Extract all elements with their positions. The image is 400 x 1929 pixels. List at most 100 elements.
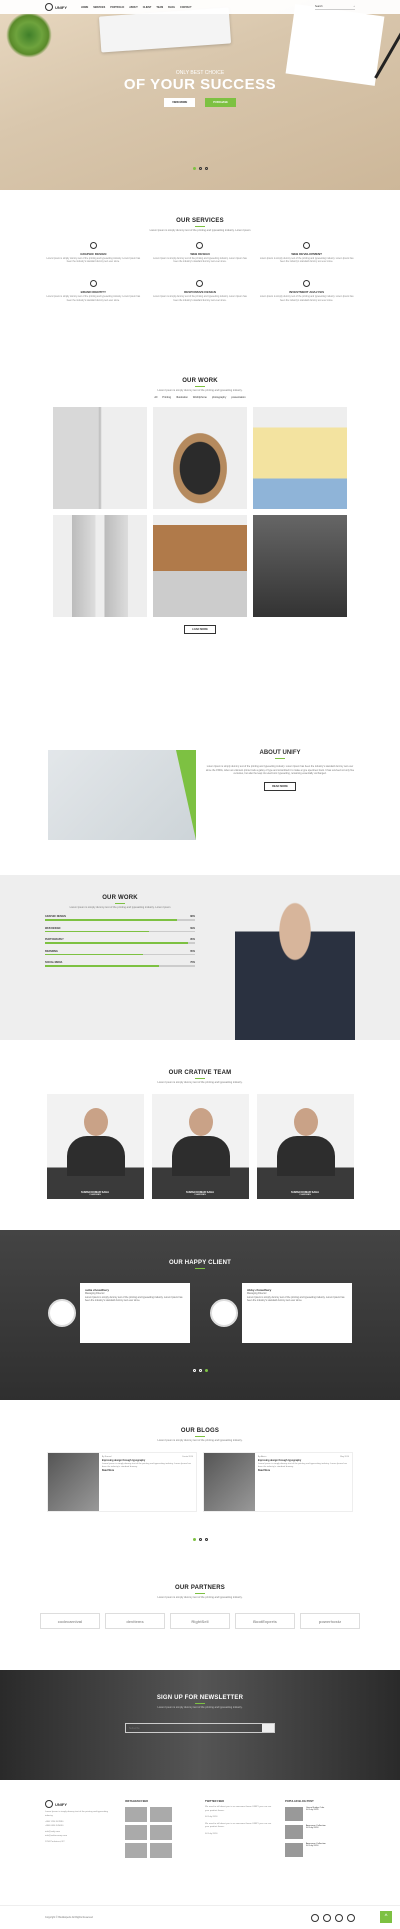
team-member[interactable]: SUMAN KUMAR SAHA CHAIRMAN <box>151 1094 249 1199</box>
logo-icon <box>45 1800 53 1808</box>
email-text-2[interactable]: info@anthercomp.com <box>45 1835 67 1837</box>
menu-item-home[interactable]: HOME <box>81 6 88 9</box>
filter-webiphone[interactable]: Web/Iphone <box>193 396 207 399</box>
blog-image[interactable] <box>204 1453 255 1511</box>
client-avatar <box>48 1299 76 1327</box>
blog-list: By Nazmul Create 2014 Improving design thr… <box>0 1452 400 1512</box>
partner-logo-devitems[interactable]: devitems <box>105 1613 165 1629</box>
read-more-link[interactable]: Read More <box>258 1469 349 1473</box>
skill-percent: 88% <box>190 915 195 918</box>
slider-dot[interactable] <box>204 167 208 170</box>
portfolio-item-chair[interactable] <box>153 515 247 617</box>
insta-thumb[interactable] <box>125 1807 147 1822</box>
filter-photography[interactable]: photography <box>212 396 226 399</box>
partners-title: OUR PARTNERS <box>175 1585 225 1591</box>
slider-dot[interactable] <box>192 167 196 170</box>
team-member[interactable]: SUMAN KUMAR SAHA CHAIRMAN <box>256 1094 354 1199</box>
filter-illustration[interactable]: Illustration <box>176 396 188 399</box>
search-icon[interactable]: ⌕ <box>354 5 355 8</box>
menu-item-services[interactable]: SERVICES <box>93 6 105 9</box>
insta-thumb[interactable] <box>125 1843 147 1858</box>
filter-presentation[interactable]: presentation <box>231 396 245 399</box>
slider-dot[interactable] <box>198 167 202 170</box>
popular-post[interactable]: Awesome Collection 04 July 2016 <box>285 1843 355 1857</box>
team-member[interactable]: SUMAN KUMAR SAHA CHAIRMAN <box>46 1094 144 1199</box>
read-more-link[interactable]: Read More <box>102 1469 193 1473</box>
insta-thumb[interactable] <box>150 1843 172 1858</box>
scroll-top-button[interactable]: ^ <box>380 1911 392 1923</box>
insta-thumb[interactable] <box>125 1825 147 1840</box>
popular-post-thumb[interactable] <box>285 1807 303 1821</box>
about-text: Lorem Ipsum is simply dummy text of the … <box>205 765 355 776</box>
skill-bar <box>45 930 195 932</box>
email-text[interactable]: info@unify.com <box>45 1831 60 1833</box>
popular-post-thumb[interactable] <box>285 1843 303 1857</box>
bottom-bar: Copyright © BootExperts All Rights Reser… <box>0 1905 400 1929</box>
portfolio-item-blocks[interactable] <box>253 407 347 509</box>
filter-all[interactable]: All <box>154 396 157 399</box>
popular-post[interactable]: Green Bridge Cafe 04 July 2016 <box>285 1807 355 1821</box>
clients-section: OUR HAPPY CLIENT sutta chowdhury Managing… <box>0 1230 400 1400</box>
logo[interactable]: UNIFY <box>45 3 67 11</box>
read-more-button[interactable]: READ MORE <box>264 781 296 791</box>
menu-item-portfolio[interactable]: PORTFOLIO <box>110 6 124 9</box>
testimonial: sutta chowdhury Managing Director Lorem Ip… <box>48 1283 190 1343</box>
blog-card[interactable]: By Admin May 2014 Improving design through… <box>203 1452 353 1512</box>
blog-card[interactable]: By Nazmul Create 2014 Improving design thr… <box>47 1452 197 1512</box>
slider-dot[interactable] <box>198 1538 202 1541</box>
twitter-icon[interactable] <box>323 1913 331 1922</box>
insta-thumb[interactable] <box>150 1825 172 1840</box>
menu-item-client[interactable]: CLIENT <box>143 6 152 9</box>
footer-about-text: Lorem Ipsum is simply dummy text of the … <box>45 1811 108 1817</box>
partner-logo-codecarnival[interactable]: codecarnival <box>40 1613 100 1629</box>
menu-item-team[interactable]: TEAM <box>156 6 163 9</box>
skill-label-row: WEB DESIGN 69% <box>45 927 195 930</box>
search-box[interactable]: Search ⌕ <box>315 4 355 10</box>
newsletter-email-input[interactable] <box>126 1724 262 1732</box>
purchase-button[interactable]: PURCHASE <box>205 98 236 107</box>
slider-dot[interactable] <box>198 1369 202 1372</box>
popular-post-thumb[interactable] <box>285 1825 303 1839</box>
portfolio-item-lamp[interactable] <box>253 515 347 617</box>
filter-printing[interactable]: Printing <box>162 396 171 399</box>
blog-excerpt: Lorem Ipsum is simply dummy text of the … <box>257 1462 348 1468</box>
portfolio-item-magazine[interactable] <box>53 407 147 509</box>
phone-text: +880 1234 567890 <box>45 1821 64 1824</box>
google-plus-icon[interactable] <box>335 1913 343 1922</box>
client-avatar <box>210 1299 238 1327</box>
linkedin-icon[interactable] <box>347 1913 355 1922</box>
newsletter-subtitle: Lorem Ipsum is simply dummy text of the … <box>157 1706 243 1709</box>
partner-logo-rightsell[interactable]: RightSell <box>170 1613 230 1629</box>
instagram-feed: INSTAGRAM FEED <box>125 1800 195 1858</box>
facebook-icon[interactable] <box>311 1913 319 1922</box>
member-role: CHAIRMAN <box>89 1194 101 1196</box>
blogs-title: OUR BLOGS <box>180 1428 220 1434</box>
skill-row: SOCIAL MEDIA 76% <box>45 961 195 967</box>
skill-label-row: BRANDING 65% <box>45 950 195 953</box>
portfolio-item-tablet[interactable] <box>153 407 247 509</box>
slider-dot[interactable] <box>192 1538 196 1541</box>
search-input[interactable]: Search <box>315 5 323 8</box>
popular-post[interactable]: Awesome Collection 04 July 2016 <box>285 1825 355 1839</box>
partner-logo-bootexperts[interactable]: BootExperts <box>235 1613 295 1629</box>
slider-dot[interactable] <box>204 1369 208 1372</box>
insta-thumb[interactable] <box>150 1807 172 1822</box>
monitor-icon <box>196 242 204 249</box>
slider-dots <box>0 167 400 170</box>
service-title: INVESTMENT ANALYSIS <box>289 290 325 295</box>
view-more-button[interactable]: VIEW MORE <box>164 98 196 107</box>
services-title: OUR SERVICES <box>176 218 224 224</box>
partner-logo-powerhostz[interactable]: powerhostz <box>300 1613 360 1629</box>
slider-dot[interactable] <box>204 1538 208 1541</box>
portfolio-item-bottles[interactable] <box>53 515 147 617</box>
team-grid: SUMAN KUMAR SAHA CHAIRMAN SUMAN KUMAR SAHA… <box>0 1094 400 1199</box>
menu-item-contact[interactable]: CONTACT <box>180 6 192 9</box>
footer-logo[interactable]: UNIFY <box>45 1800 115 1808</box>
menu-item-blog[interactable]: BLOG <box>168 6 175 9</box>
load-more-button[interactable]: LOAD MORE <box>184 625 216 634</box>
send-icon[interactable] <box>262 1724 274 1732</box>
slider-dot[interactable] <box>192 1369 196 1372</box>
blog-image[interactable] <box>48 1453 99 1511</box>
menu-item-about[interactable]: ABOUT <box>129 6 138 9</box>
portfolio-filters: All Printing Illustration Web/Iphone photogr… <box>0 396 400 399</box>
